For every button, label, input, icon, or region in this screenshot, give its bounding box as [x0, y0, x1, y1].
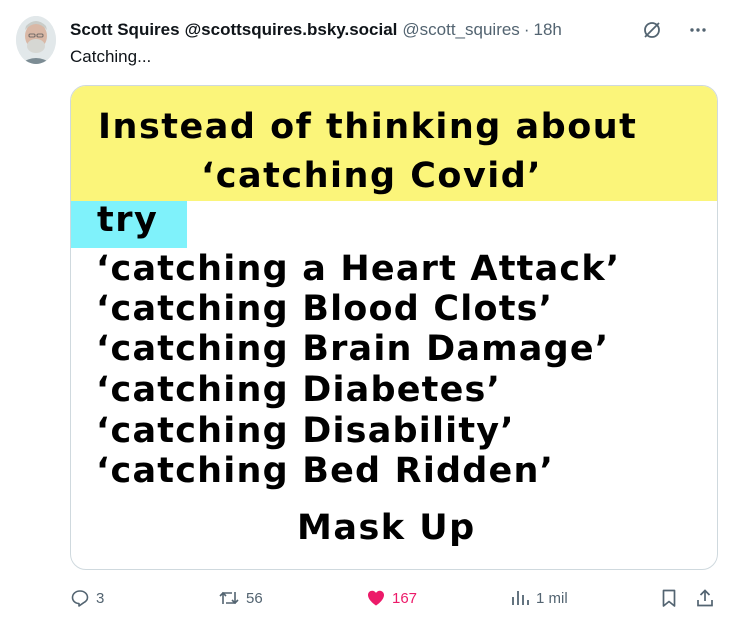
image-list-item: ‘catching Blood Clots’: [96, 289, 554, 329]
views-button[interactable]: 1 mil: [510, 588, 568, 608]
more-icon[interactable]: [686, 18, 710, 42]
separator-dot: ·: [523, 20, 530, 39]
image-try-label: try: [97, 200, 159, 240]
image-list-item: ‘catching Diabetes’: [96, 370, 502, 410]
bookmark-button[interactable]: [659, 588, 679, 608]
image-heading-line-1: Instead of thinking about: [98, 107, 638, 147]
action-bar: 3 56 167 1 mil: [70, 588, 718, 612]
like-button[interactable]: 167: [366, 588, 417, 608]
like-icon: [368, 590, 384, 606]
reply-icon: [71, 590, 89, 607]
image-list-item: ‘catching a Heart Attack’: [96, 249, 621, 289]
author-handle[interactable]: @scott_squires: [402, 20, 519, 40]
share-icon: [697, 589, 713, 607]
repost-icon: [219, 591, 239, 605]
views-icon: [512, 591, 529, 605]
image-list-item: ‘catching Disability’: [96, 411, 515, 451]
image-heading-line-2: ‘catching Covid’: [201, 156, 543, 196]
image-list-item: ‘catching Bed Ridden’: [96, 451, 555, 491]
grok-icon[interactable]: [640, 18, 664, 42]
post-time[interactable]: 18h: [533, 20, 561, 40]
author-display-handle[interactable]: @scottsquires.bsky.social: [185, 20, 398, 40]
avatar-image: [16, 16, 56, 64]
repost-button[interactable]: 56: [218, 588, 263, 608]
reply-count: 3: [96, 589, 105, 607]
reply-button[interactable]: 3: [70, 588, 104, 608]
image-footer: Mask Up: [297, 508, 476, 548]
header-actions: [640, 18, 710, 42]
views-count: 1 mil: [536, 589, 568, 607]
like-count: 167: [392, 589, 418, 607]
author-name[interactable]: Scott Squires: [70, 20, 180, 40]
bookmark-icon: [662, 589, 676, 607]
share-button[interactable]: [695, 588, 715, 608]
post-image[interactable]: Instead of thinking about ‘catching Covi…: [70, 85, 718, 570]
post-header: Scott Squires @scottsquires.bsky.social …: [70, 18, 710, 42]
repost-count: 56: [246, 589, 263, 607]
image-list-item: ‘catching Brain Damage’: [96, 329, 610, 369]
avatar[interactable]: [16, 16, 56, 64]
post-text: Catching...: [70, 47, 152, 66]
